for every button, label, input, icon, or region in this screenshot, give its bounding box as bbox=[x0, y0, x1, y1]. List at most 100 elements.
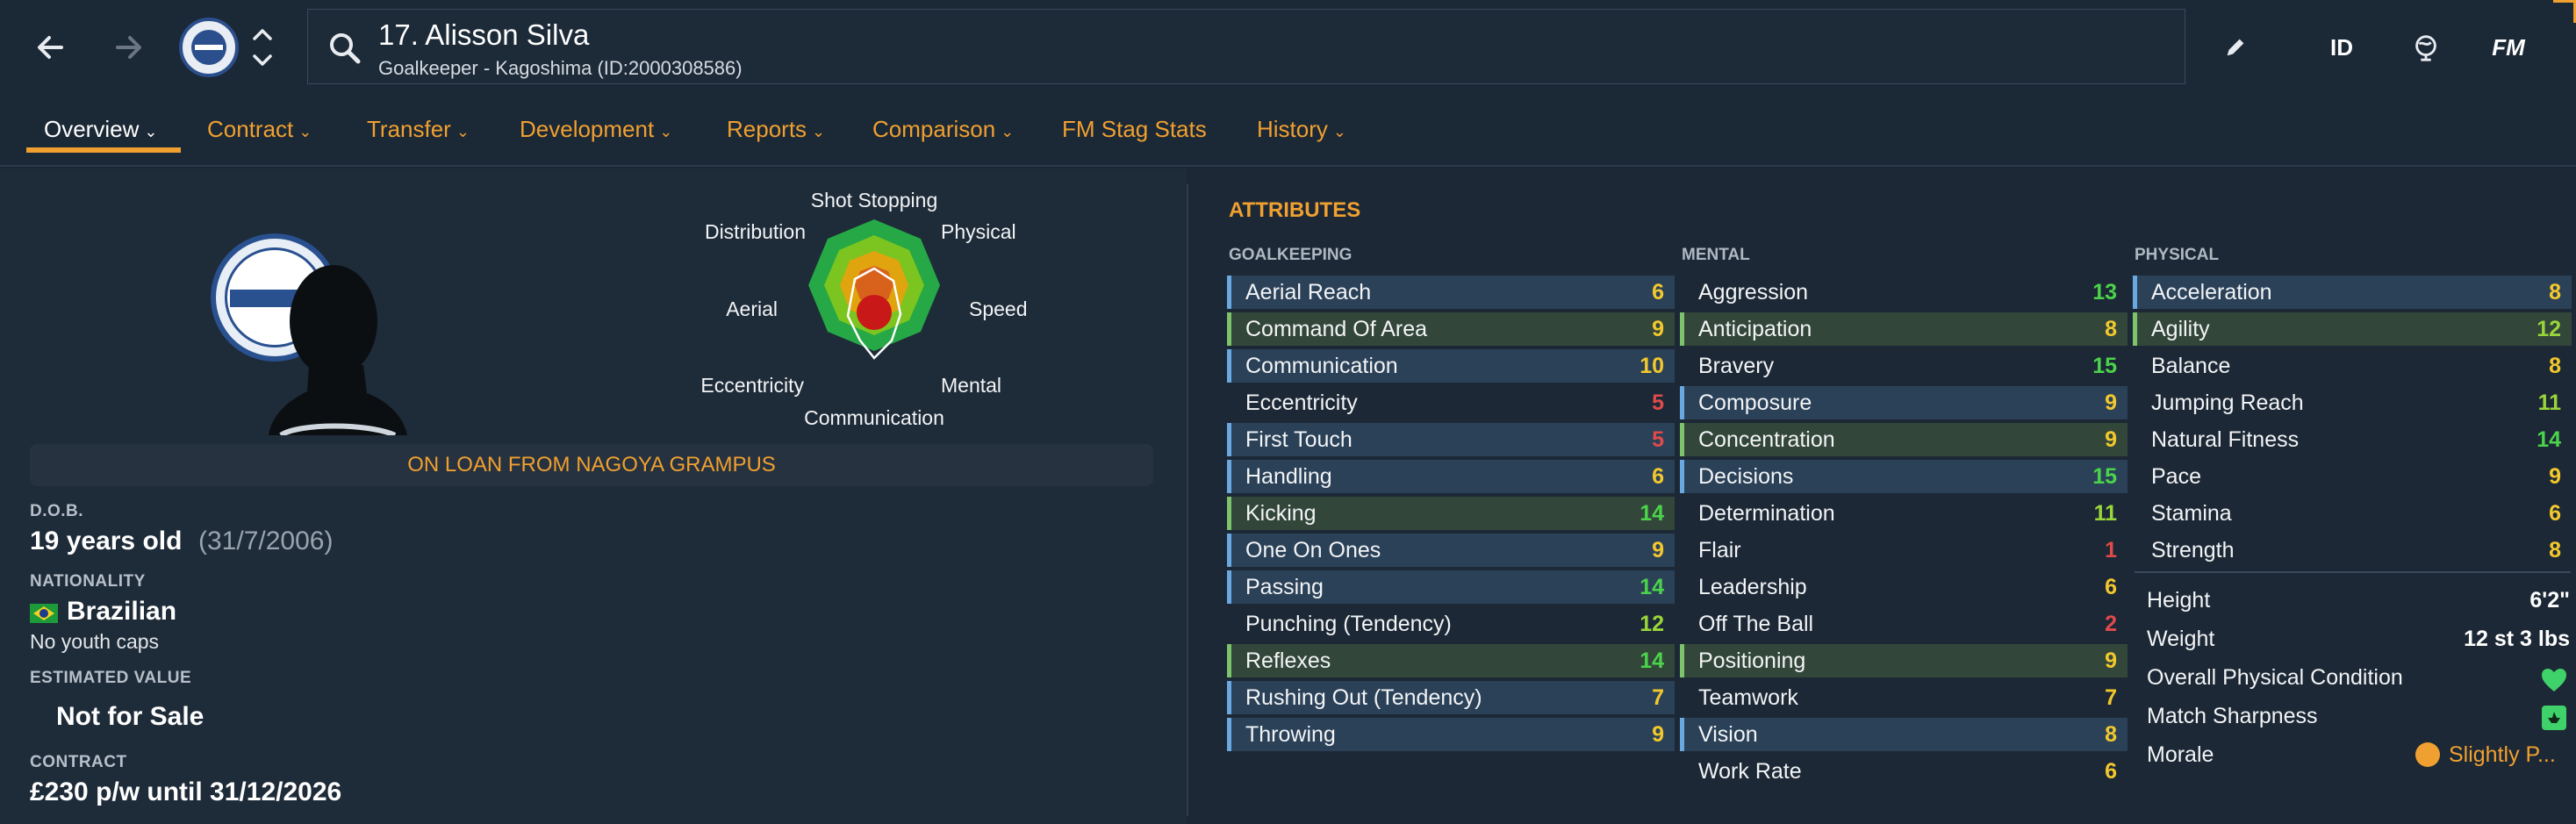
edit-pencil-icon[interactable] bbox=[2214, 19, 2257, 75]
attribute-row[interactable]: Eccentricity 5 bbox=[1227, 386, 1675, 419]
attribute-row[interactable]: Vision 8 bbox=[1680, 718, 2128, 751]
tab-contract[interactable]: Contract ⌄ bbox=[207, 116, 312, 143]
attribute-row[interactable]: Leadership 6 bbox=[1680, 570, 2128, 604]
attribute-row[interactable]: Stamina 6 bbox=[2133, 497, 2572, 530]
attribute-row[interactable]: Rushing Out (Tendency) 7 bbox=[1227, 681, 1675, 714]
forward-arrow-icon[interactable] bbox=[98, 18, 158, 77]
attribute-row[interactable]: Determination 11 bbox=[1680, 497, 2128, 530]
top-bar: 17. Alisson Silva Goalkeeper - Kagoshima… bbox=[0, 0, 2576, 95]
attribute-row[interactable]: Handling 6 bbox=[1227, 460, 1675, 493]
fm-menu-button[interactable]: FM bbox=[2480, 19, 2537, 75]
attribute-row[interactable]: Anticipation 8 bbox=[1680, 312, 2128, 346]
attribute-value: 12 bbox=[1640, 611, 1664, 636]
attribute-value: 8 bbox=[2549, 353, 2561, 378]
attribute-name: Communication bbox=[1245, 353, 1398, 378]
tab-overview[interactable]: Overview ⌄ bbox=[44, 116, 157, 143]
height-value: 6'2" bbox=[2529, 588, 2570, 613]
attribute-row[interactable]: Aerial Reach 6 bbox=[1227, 276, 1675, 309]
attribute-name: Pace bbox=[2151, 463, 2201, 489]
player-search-box[interactable]: 17. Alisson Silva Goalkeeper - Kagoshima… bbox=[307, 9, 2185, 84]
attribute-row[interactable]: Communication 10 bbox=[1227, 349, 1675, 383]
attribute-value: 6 bbox=[2105, 574, 2117, 599]
attribute-name: Eccentricity bbox=[1245, 390, 1358, 415]
sharpness-icon bbox=[2542, 706, 2566, 730]
player-subtitle: Goalkeeper - Kagoshima (ID:2000308586) bbox=[378, 57, 743, 79]
attribute-row[interactable]: Passing 14 bbox=[1227, 570, 1675, 604]
age-value: 19 years old bbox=[30, 527, 183, 555]
heart-icon bbox=[2540, 667, 2568, 693]
attribute-row[interactable]: Teamwork 7 bbox=[1680, 681, 2128, 714]
attribute-name: Leadership bbox=[1698, 574, 1807, 599]
radar-label: Eccentricity bbox=[700, 374, 804, 397]
attribute-row[interactable]: Bravery 15 bbox=[1680, 349, 2128, 383]
morale-value[interactable]: Slightly P... bbox=[2449, 742, 2556, 768]
id-button[interactable]: ID bbox=[2317, 19, 2366, 75]
attribute-name: Reflexes bbox=[1245, 648, 1331, 673]
tab-comparison[interactable]: Comparison ⌄ bbox=[872, 116, 1014, 143]
attribute-row[interactable]: One On Ones 9 bbox=[1227, 534, 1675, 567]
attribute-name: One On Ones bbox=[1245, 537, 1381, 562]
attribute-row[interactable]: Flair 1 bbox=[1680, 534, 2128, 567]
attribute-row[interactable]: Off The Ball 2 bbox=[1680, 607, 2128, 641]
back-arrow-icon[interactable] bbox=[21, 18, 81, 77]
club-crest-icon[interactable] bbox=[179, 18, 239, 77]
attribute-name: Kicking bbox=[1245, 500, 1317, 526]
player-switch-stepper[interactable] bbox=[248, 21, 277, 74]
brazil-flag-icon bbox=[30, 604, 58, 623]
radar-hotspot bbox=[857, 295, 892, 330]
attribute-value: 9 bbox=[1652, 537, 1664, 562]
globe-icon[interactable] bbox=[2401, 19, 2450, 75]
youth-caps: No youth caps bbox=[30, 630, 160, 653]
tab-fm-stag-stats[interactable]: FM Stag Stats bbox=[1062, 116, 1207, 143]
tab-label: Reports bbox=[727, 116, 807, 142]
attribute-value: 9 bbox=[1652, 721, 1664, 747]
mental-heading: MENTAL bbox=[1682, 246, 1750, 264]
attribute-value: 11 bbox=[2537, 390, 2561, 415]
attribute-row[interactable]: Kicking 14 bbox=[1227, 497, 1675, 530]
player-silhouette-icon bbox=[269, 265, 407, 435]
attribute-row[interactable]: Work Rate 6 bbox=[1680, 755, 2128, 788]
player-name: 17. Alisson Silva bbox=[378, 18, 590, 51]
morale-icon bbox=[2415, 742, 2440, 767]
attribute-row[interactable]: Concentration 9 bbox=[1680, 423, 2128, 456]
attribute-row[interactable]: Throwing 9 bbox=[1227, 718, 1675, 751]
tab-bar: Overview ⌄ Contract ⌄ Transfer ⌄ Developmen… bbox=[0, 95, 2576, 167]
attribute-row[interactable]: Strength 8 bbox=[2133, 534, 2572, 567]
chevron-down-icon: ⌄ bbox=[144, 123, 158, 140]
attribute-value: 8 bbox=[2105, 721, 2117, 747]
tab-development[interactable]: Development ⌄ bbox=[520, 116, 672, 143]
attribute-row[interactable]: Aggression 13 bbox=[1680, 276, 2128, 309]
attribute-name: Handling bbox=[1245, 463, 1332, 489]
tab-history[interactable]: History ⌄ bbox=[1257, 116, 1346, 143]
tab-label: FM Stag Stats bbox=[1062, 116, 1207, 142]
tab-reports[interactable]: Reports ⌄ bbox=[727, 116, 825, 143]
attribute-row[interactable]: Positioning 9 bbox=[1680, 644, 2128, 677]
attribute-row[interactable]: Agility 12 bbox=[2133, 312, 2572, 346]
attribute-row[interactable]: Command Of Area 9 bbox=[1227, 312, 1675, 346]
tab-transfer[interactable]: Transfer ⌄ bbox=[367, 116, 470, 143]
attribute-row[interactable]: Reflexes 14 bbox=[1227, 644, 1675, 677]
attribute-value: 14 bbox=[1640, 574, 1664, 599]
radar-label: Distribution bbox=[705, 220, 806, 243]
attribute-row[interactable]: Jumping Reach 11 bbox=[2133, 386, 2572, 419]
attribute-row[interactable]: Pace 9 bbox=[2133, 460, 2572, 493]
match-sharpness-label: Match Sharpness bbox=[2147, 704, 2318, 728]
attribute-row[interactable]: First Touch 5 bbox=[1227, 423, 1675, 456]
contract-label: CONTRACT bbox=[30, 753, 127, 771]
attribute-name: Vision bbox=[1698, 721, 1758, 747]
attribute-value: 14 bbox=[1640, 500, 1664, 526]
attribute-row[interactable]: Balance 8 bbox=[2133, 349, 2572, 383]
attribute-row[interactable]: Decisions 15 bbox=[1680, 460, 2128, 493]
search-icon[interactable] bbox=[326, 29, 364, 68]
attribute-name: Agility bbox=[2151, 316, 2210, 341]
attribute-value: 1 bbox=[2105, 537, 2117, 562]
attribute-row[interactable]: Composure 9 bbox=[1680, 386, 2128, 419]
tab-label: Development bbox=[520, 116, 655, 142]
attribute-row[interactable]: Natural Fitness 14 bbox=[2133, 423, 2572, 456]
attribute-row[interactable]: Punching (Tendency) 12 bbox=[1227, 607, 1675, 641]
radar-label: Communication bbox=[804, 406, 944, 429]
attribute-value: 9 bbox=[2549, 463, 2561, 489]
estimated-value: Not for Sale bbox=[56, 702, 205, 731]
attribute-name: Balance bbox=[2151, 353, 2231, 378]
attribute-row[interactable]: Acceleration 8 bbox=[2133, 276, 2572, 309]
